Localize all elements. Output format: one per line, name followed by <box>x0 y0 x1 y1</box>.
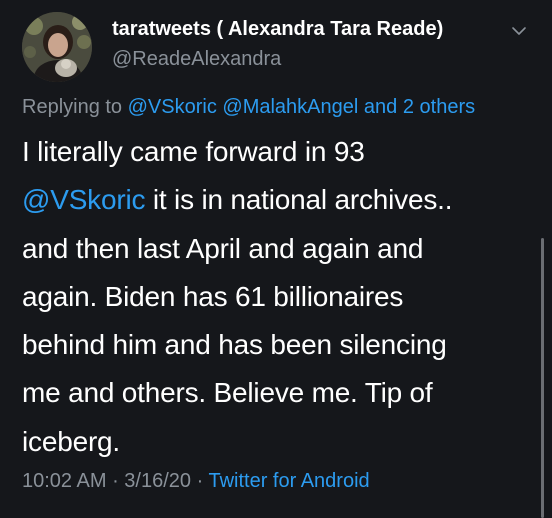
tweet-date[interactable]: 3/16/20 <box>124 470 191 492</box>
tweet-line: again. Biden has 61 billionaires <box>22 280 404 312</box>
reply-others-link[interactable]: and 2 others <box>364 96 475 118</box>
meta-separator: · <box>191 470 209 492</box>
reply-mention-vskoric[interactable]: @VSkoric <box>128 96 217 118</box>
tweet-line: behind him and has been silencing <box>22 329 447 361</box>
tweet-line: and then last April and again and <box>22 232 424 264</box>
tweet-meta: 10:02 AM · 3/16/20 · Twitter for Android <box>22 470 370 493</box>
tweet-line: @VSkoric it is in national archives.. <box>22 176 522 224</box>
reply-mention-malahkangel[interactable]: @MalahkAngel <box>222 96 358 118</box>
tweet-mention-vskoric[interactable]: @VSkoric <box>22 184 145 215</box>
chevron-down-icon[interactable] <box>511 26 527 36</box>
tweet-time[interactable]: 10:02 AM <box>22 470 107 492</box>
avatar[interactable] <box>22 12 92 82</box>
meta-separator: · <box>106 470 125 492</box>
tweet-source-link[interactable]: Twitter for Android <box>208 470 369 492</box>
replying-to-line: Replying to @VSkoric @MalahkAngel and 2 … <box>22 96 475 119</box>
avatar-image <box>22 12 92 82</box>
tweet-line: me and others. Believe me. Tip of <box>22 377 433 409</box>
replying-to-label: Replying to <box>22 96 128 118</box>
author-display-name[interactable]: taratweets ( Alexandra Tara Reade) <box>112 18 443 41</box>
tweet-text: I literally came forward in 93 @VSkoric … <box>22 128 522 466</box>
author-handle[interactable]: @ReadeAlexandra <box>112 48 281 71</box>
tweet-line: I literally came forward in 93 <box>22 136 365 167</box>
scrollbar[interactable] <box>541 238 544 518</box>
tweet-line: iceberg. <box>22 425 121 457</box>
tweet-line-text: it is in national archives.. <box>145 184 453 216</box>
